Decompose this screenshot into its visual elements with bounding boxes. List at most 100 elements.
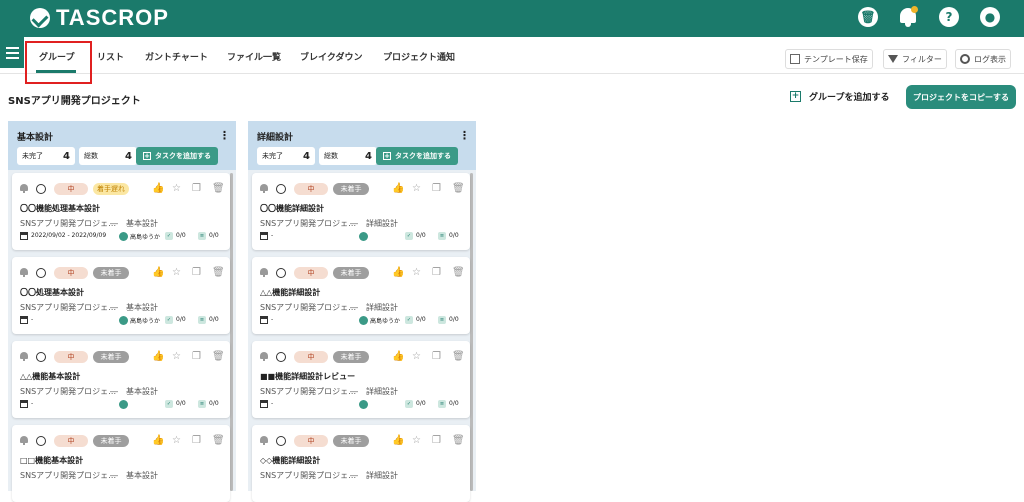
copy-icon[interactable]: ❐ (432, 435, 442, 446)
add-group-button[interactable]: + グループを追加する (790, 90, 889, 103)
user-avatar-icon[interactable] (119, 232, 128, 241)
priority-badge[interactable]: 中 (54, 435, 88, 447)
complete-toggle[interactable] (276, 352, 286, 362)
star-icon[interactable]: ☆ (412, 351, 422, 362)
complete-toggle[interactable] (36, 268, 46, 278)
copy-icon[interactable]: ❐ (432, 267, 442, 278)
bell-icon[interactable] (20, 184, 28, 193)
status-badge[interactable]: 未着手 (93, 351, 129, 363)
task-date[interactable]: - (31, 400, 33, 407)
delete-icon[interactable]: 🗑 (452, 183, 465, 194)
priority-badge[interactable]: 中 (54, 183, 88, 195)
task-name[interactable]: ■■機能詳細設計レビュー (260, 371, 355, 382)
task-date[interactable]: - (31, 316, 33, 323)
priority-badge[interactable]: 中 (294, 435, 328, 447)
thumbs-up-icon[interactable]: 👍 (152, 351, 164, 362)
copy-icon[interactable]: ❐ (192, 183, 202, 194)
scrollbar[interactable] (230, 173, 233, 491)
status-badge[interactable]: 未着手 (333, 267, 369, 279)
scrollbar[interactable] (470, 173, 473, 491)
template-save-button[interactable]: テンプレート保存 (785, 49, 873, 69)
task-card[interactable]: 中 未着手 👍 ☆ ❐ 🗑 △△機能基本設計 SNSアプリ開発プロジェ… ― 基… (12, 341, 230, 418)
status-badge[interactable]: 未着手 (93, 267, 129, 279)
task-card[interactable]: 中 未着手 👍 ☆ ❐ 🗑 ◇◇機能詳細設計 SNSアプリ開発プロジェ… ― 詳… (252, 425, 470, 502)
task-name[interactable]: 〇〇機能詳細設計 (260, 203, 324, 214)
task-card[interactable]: 中 未着手 👍 ☆ ❐ 🗑 □□機能基本設計 SNSアプリ開発プロジェ… ― 基… (12, 425, 230, 502)
status-badge[interactable]: 未着手 (93, 435, 129, 447)
delete-icon[interactable]: 🗑 (452, 267, 465, 278)
copy-icon[interactable]: ❐ (432, 183, 442, 194)
tab-gantt-chart[interactable]: ガントチャート (145, 50, 208, 63)
tab-file-list[interactable]: ファイル一覧 (227, 50, 281, 63)
app-logo[interactable]: TASCROP (30, 5, 169, 30)
bell-icon[interactable] (20, 268, 28, 277)
complete-toggle[interactable] (276, 184, 286, 194)
star-icon[interactable]: ☆ (172, 435, 182, 446)
add-task-button[interactable]: + タスクを追加する (376, 147, 458, 165)
task-card[interactable]: 中 未着手 👍 ☆ ❐ 🗑 〇〇処理基本設計 SNSアプリ開発プロジェ… ― 基… (12, 257, 230, 334)
task-card[interactable]: 中 未着手 👍 ☆ ❐ 🗑 ■■機能詳細設計レビュー SNSアプリ開発プロジェ…… (252, 341, 470, 418)
copy-icon[interactable]: ❐ (192, 435, 202, 446)
bell-icon[interactable] (20, 352, 28, 361)
status-badge[interactable]: 未着手 (333, 183, 369, 195)
complete-toggle[interactable] (276, 268, 286, 278)
user-avatar-icon[interactable] (359, 232, 368, 241)
star-icon[interactable]: ☆ (172, 183, 182, 194)
help-icon[interactable]: ? (939, 7, 959, 27)
bell-icon[interactable] (260, 436, 268, 445)
complete-toggle[interactable] (276, 436, 286, 446)
star-icon[interactable]: ☆ (412, 267, 422, 278)
user-avatar-icon[interactable] (359, 400, 368, 409)
bell-icon[interactable] (898, 6, 918, 28)
complete-toggle[interactable] (36, 352, 46, 362)
task-name[interactable]: ◇◇機能詳細設計 (260, 455, 320, 466)
priority-badge[interactable]: 中 (54, 267, 88, 279)
bell-icon[interactable] (260, 268, 268, 277)
delete-icon[interactable]: 🗑 (212, 435, 225, 446)
tab-project-notification[interactable]: プロジェクト通知 (383, 50, 455, 63)
more-vert-icon[interactable]: ⋮ (459, 129, 470, 142)
delete-icon[interactable]: 🗑 (212, 351, 225, 362)
task-date[interactable]: - (271, 316, 273, 323)
task-name[interactable]: 〇〇機能処理基本設計 (20, 203, 100, 214)
bell-icon[interactable] (260, 352, 268, 361)
thumbs-up-icon[interactable]: 👍 (392, 267, 404, 278)
thumbs-up-icon[interactable]: 👍 (392, 183, 404, 194)
status-badge[interactable]: 未着手 (333, 351, 369, 363)
delete-icon[interactable]: 🗑 (452, 435, 465, 446)
copy-icon[interactable]: ❐ (192, 267, 202, 278)
delete-icon[interactable]: 🗑 (452, 351, 465, 362)
copy-icon[interactable]: ❐ (432, 351, 442, 362)
thumbs-up-icon[interactable]: 👍 (392, 351, 404, 362)
complete-toggle[interactable] (36, 184, 46, 194)
bell-icon[interactable] (20, 436, 28, 445)
trash-icon[interactable]: 🗑 (858, 7, 878, 27)
priority-badge[interactable]: 中 (294, 183, 328, 195)
thumbs-up-icon[interactable]: 👍 (392, 435, 404, 446)
priority-badge[interactable]: 中 (294, 267, 328, 279)
bell-icon[interactable] (260, 184, 268, 193)
task-card[interactable]: 中 未着手 👍 ☆ ❐ 🗑 〇〇機能詳細設計 SNSアプリ開発プロジェ… ― 詳… (252, 173, 470, 250)
thumbs-up-icon[interactable]: 👍 (152, 183, 164, 194)
task-name[interactable]: □□機能基本設計 (20, 455, 83, 466)
complete-toggle[interactable] (36, 436, 46, 446)
tab-breakdown[interactable]: ブレイクダウン (300, 50, 362, 63)
copy-icon[interactable]: ❐ (192, 351, 202, 362)
task-card[interactable]: 中 未着手 👍 ☆ ❐ 🗑 △△機能詳細設計 SNSアプリ開発プロジェ… ― 詳… (252, 257, 470, 334)
status-badge[interactable]: 着手遅れ (93, 183, 129, 195)
user-avatar-icon[interactable] (119, 400, 128, 409)
add-task-button[interactable]: + タスクを追加する (136, 147, 218, 165)
task-card[interactable]: 中 着手遅れ 👍 ☆ ❐ 🗑 〇〇機能処理基本設計 SNSアプリ開発プロジェ… … (12, 173, 230, 250)
thumbs-up-icon[interactable]: 👍 (152, 435, 164, 446)
filter-button[interactable]: フィルター (883, 49, 947, 69)
star-icon[interactable]: ☆ (172, 267, 182, 278)
log-show-button[interactable]: ログ表示 (955, 49, 1011, 69)
user-avatar-icon[interactable] (119, 316, 128, 325)
hamburger-menu-icon[interactable] (0, 37, 24, 68)
priority-badge[interactable]: 中 (294, 351, 328, 363)
task-name[interactable]: △△機能詳細設計 (260, 287, 320, 298)
task-name[interactable]: 〇〇処理基本設計 (20, 287, 84, 298)
user-avatar-icon[interactable] (359, 316, 368, 325)
delete-icon[interactable]: 🗑 (212, 267, 225, 278)
star-icon[interactable]: ☆ (172, 351, 182, 362)
